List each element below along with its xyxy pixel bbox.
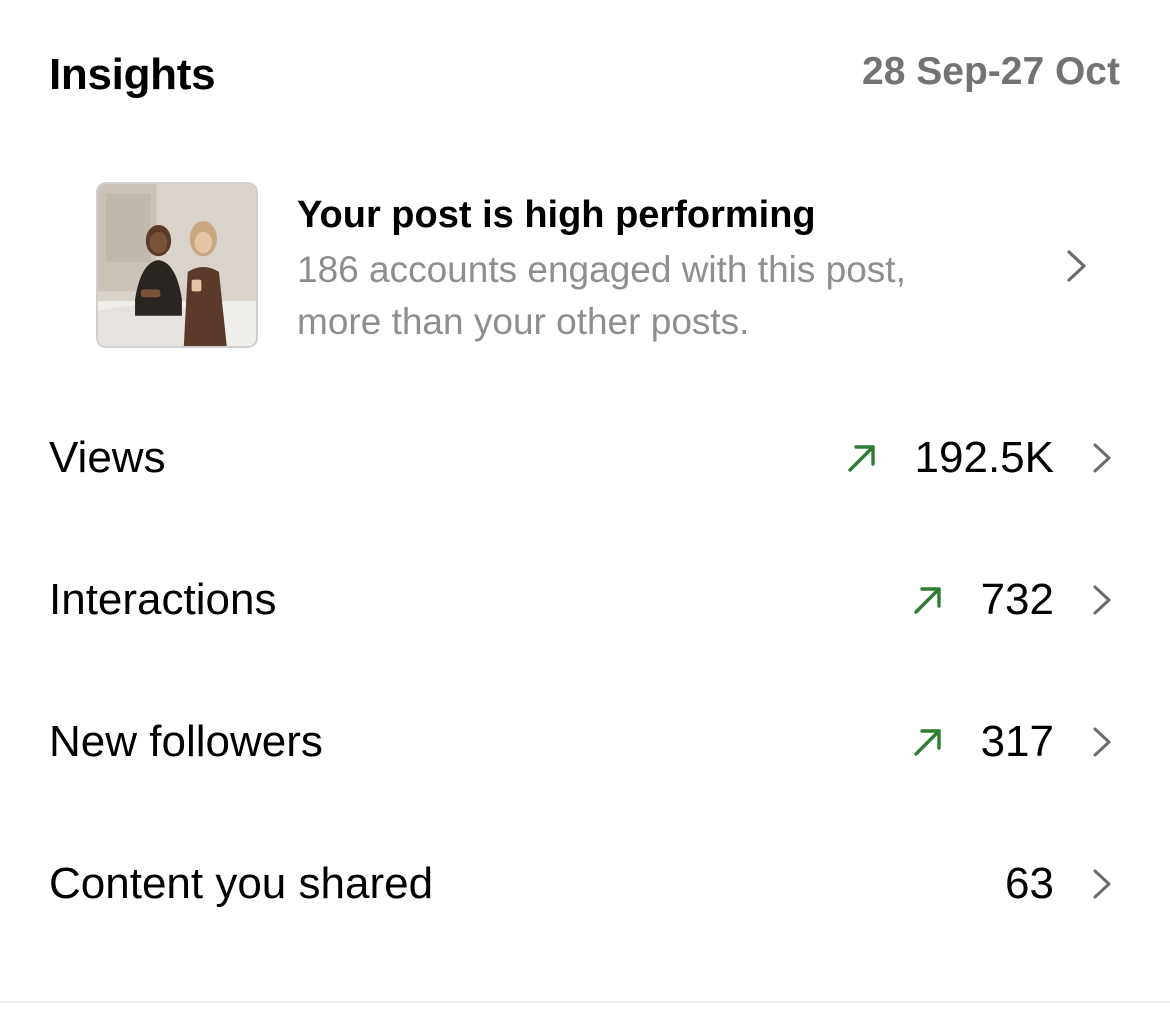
metric-value: 192.5K (914, 433, 1054, 482)
metric-row-interactions[interactable]: Interactions 732 (0, 548, 1170, 648)
metric-row-new-followers[interactable]: New followers 317 (0, 690, 1170, 790)
metric-row-views[interactable]: Views 192.5K (0, 406, 1170, 506)
metric-label: Content you shared (49, 859, 434, 908)
metric-label: New followers (49, 717, 323, 766)
chevron-right-icon[interactable] (1059, 246, 1093, 286)
high-performing-post-card[interactable]: Your post is high performing 186 account… (96, 182, 1106, 352)
metric-value: 63 (1005, 859, 1054, 908)
bottom-divider (0, 1001, 1170, 1003)
post-headline: Your post is high performing (297, 194, 816, 236)
post-description: 186 accounts engaged with this post, mor… (297, 249, 906, 342)
chevron-right-icon[interactable] (1088, 724, 1116, 760)
metric-label: Interactions (49, 575, 277, 624)
chevron-right-icon[interactable] (1088, 582, 1116, 618)
chevron-right-icon[interactable] (1088, 440, 1116, 476)
metric-row-content-you-shared[interactable]: Content you shared 63 (0, 832, 1170, 932)
date-range[interactable]: 28 Sep-27 Oct (862, 47, 1120, 97)
metric-label: Views (49, 433, 166, 482)
post-thumbnail-image (96, 182, 258, 348)
metric-value: 732 (980, 575, 1054, 624)
trend-up-arrow-icon (911, 583, 945, 617)
insights-title: Insights (49, 50, 216, 99)
chevron-right-icon[interactable] (1088, 866, 1116, 902)
trend-up-arrow-icon (845, 441, 879, 475)
metric-value: 317 (980, 717, 1054, 766)
trend-up-arrow-icon (911, 725, 945, 759)
